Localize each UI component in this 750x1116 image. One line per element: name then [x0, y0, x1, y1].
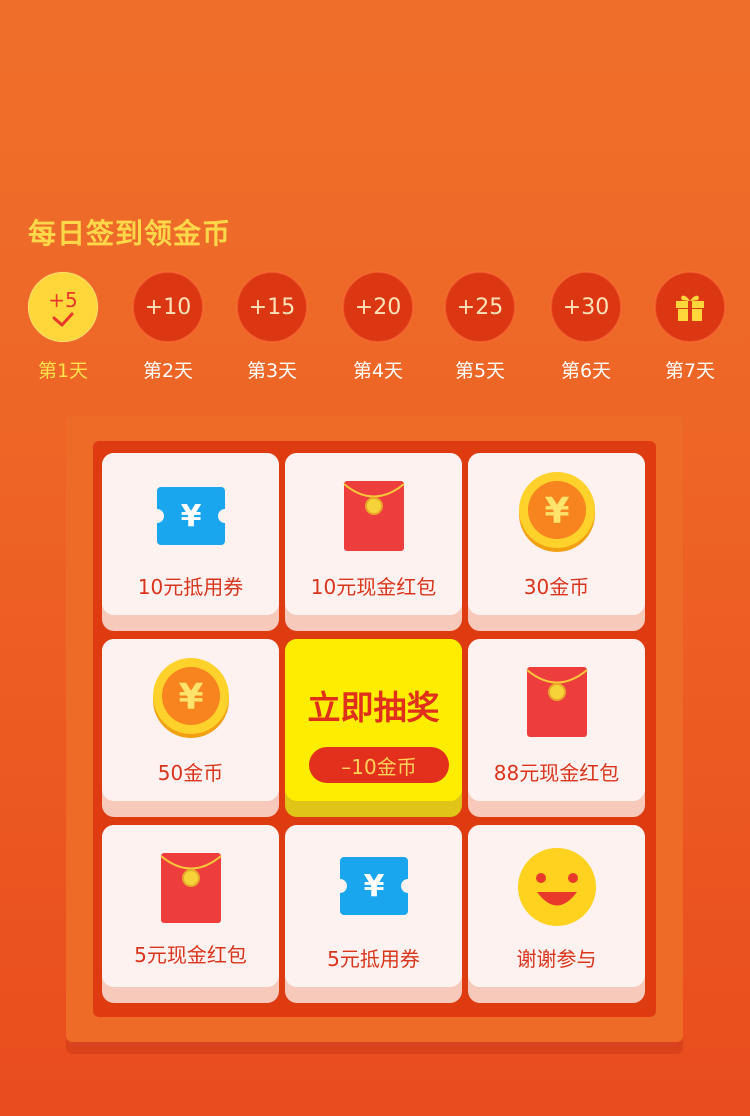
day-4-badge: +20 [343, 272, 413, 342]
prize-label: 10元抵用券 [137, 575, 244, 599]
coupon-icon: ¥ [156, 487, 225, 545]
day-4[interactable]: +20 第4天 [338, 272, 418, 383]
prize-label: 30金币 [523, 575, 590, 599]
gift-icon [676, 295, 704, 321]
day-5-amount: +25 [456, 294, 504, 320]
svg-text:¥: ¥ [180, 499, 201, 534]
page-title: 每日签到领金币 [28, 217, 232, 250]
prize-cell: ¥ 30金币 [468, 453, 645, 631]
day-2-label: 第2天 [142, 360, 194, 382]
day-1-label: 第1天 [37, 360, 89, 382]
lottery-board: ¥ 10元抵用券 10元现金红包 ¥ 30金币 ¥ 50金币 立即抽奖 –10金… [93, 441, 656, 1017]
gold-coin-icon: ¥ [152, 658, 229, 738]
day-6-badge: +30 [551, 272, 621, 342]
day-1-badge: +5 [28, 272, 98, 342]
prize-cell: 10元现金红包 [285, 453, 462, 631]
prize-cell: 5元现金红包 [102, 825, 279, 1003]
day-2[interactable]: +10 第2天 [128, 272, 208, 383]
day-3-badge: +15 [237, 272, 307, 342]
draw-cost-pill[interactable]: –10金币 [309, 747, 449, 783]
day-6-amount: +30 [562, 294, 610, 320]
check-icon [52, 312, 74, 327]
day-3[interactable]: +15 第3天 [232, 272, 312, 383]
red-envelope-icon [525, 667, 588, 737]
day-7[interactable]: 第7天 [650, 272, 730, 383]
prize-label: 谢谢参与 [516, 947, 597, 971]
prize-cell: ¥ 50金币 [102, 639, 279, 817]
day-7-badge [655, 272, 725, 342]
smiley-icon [517, 848, 596, 926]
svg-text:¥: ¥ [544, 491, 569, 532]
day-2-badge: +10 [133, 272, 203, 342]
red-envelope-icon [342, 481, 405, 551]
checkin-days: +5 第1天 +10 第2天 +15 第3天 +20 第4天 +25 第5天 +… [0, 272, 750, 382]
day-6-label: 第6天 [560, 360, 612, 382]
day-1-amount: +5 [48, 288, 78, 312]
prize-cell: ¥ 5元抵用券 [285, 825, 462, 1003]
draw-title: 立即抽奖 [307, 688, 440, 727]
coupon-icon: ¥ [339, 857, 408, 915]
prize-label: 5元现金红包 [134, 943, 247, 967]
day-4-label: 第4天 [352, 360, 404, 382]
day-6[interactable]: +30 第6天 [546, 272, 626, 383]
draw-button[interactable]: 立即抽奖 –10金币 [285, 639, 462, 817]
svg-text:¥: ¥ [363, 869, 384, 904]
svg-text:¥: ¥ [178, 677, 203, 718]
day-4-amount: +20 [354, 294, 402, 320]
red-envelope-icon [159, 853, 222, 923]
day-5-badge: +25 [445, 272, 515, 342]
day-7-label: 第7天 [664, 360, 716, 382]
day-1[interactable]: +5 第1天 [23, 272, 103, 383]
day-2-amount: +10 [144, 294, 192, 320]
prize-cell: 谢谢参与 [468, 825, 645, 1003]
day-5-label: 第5天 [454, 360, 506, 382]
lottery-panel: ¥ 10元抵用券 10元现金红包 ¥ 30金币 ¥ 50金币 立即抽奖 –10金… [66, 416, 683, 1042]
day-3-label: 第3天 [246, 360, 298, 382]
prize-label: 50金币 [157, 761, 224, 785]
prize-label: 5元抵用券 [327, 947, 420, 971]
day-5[interactable]: +25 第5天 [440, 272, 520, 383]
day-3-amount: +15 [248, 294, 296, 320]
gold-coin-icon: ¥ [518, 472, 595, 552]
prize-label: 88元现金红包 [493, 761, 620, 785]
prize-cell: 88元现金红包 [468, 639, 645, 817]
prize-label: 10元现金红包 [310, 575, 437, 599]
prize-cell: ¥ 10元抵用券 [102, 453, 279, 631]
